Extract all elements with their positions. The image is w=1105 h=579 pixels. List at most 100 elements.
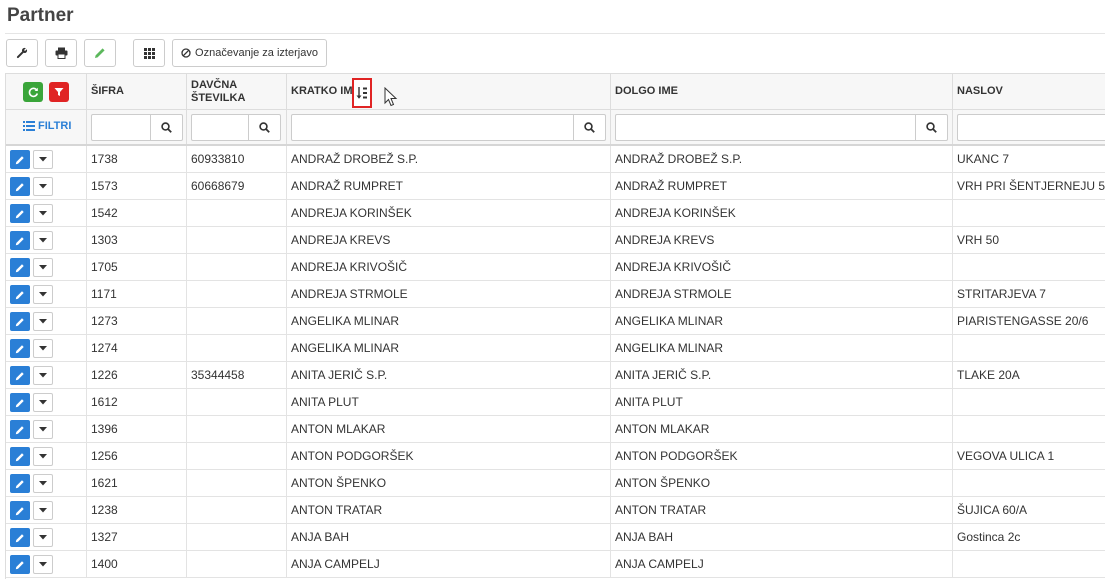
cell-naslov: VEGOVA ULICA 1 (957, 449, 1055, 463)
table-row[interactable]: 1400 ANJA CAMPELJ ANJA CAMPELJ (6, 551, 1105, 578)
row-menu-button[interactable] (33, 150, 53, 169)
table-row[interactable]: 1327 ANJA BAH ANJA BAH Gostinca 2c (6, 524, 1105, 551)
row-menu-button[interactable] (33, 339, 53, 358)
cell-davcna-stevilka: 60668679 (187, 173, 287, 200)
filter-search-button-dolgo-ime[interactable] (916, 114, 948, 141)
pencil-icon (15, 560, 24, 569)
column-header-sifra[interactable]: ŠIFRA (87, 74, 187, 109)
table-row[interactable]: 1171 ANDREJA STRMOLE ANDREJA STRMOLE STR… (6, 281, 1105, 308)
row-actions-cell (6, 497, 87, 524)
filter-search-button-davcna[interactable] (249, 114, 281, 141)
cell-davcna-stevilka (187, 470, 287, 497)
row-menu-button[interactable] (33, 177, 53, 196)
row-menu-button[interactable] (33, 231, 53, 250)
row-menu-button[interactable] (33, 447, 53, 466)
settings-button[interactable] (6, 39, 38, 67)
row-edit-button[interactable] (10, 204, 30, 223)
table-row[interactable]: 1273 ANGELIKA MLINAR ANGELIKA MLINAR PIA… (6, 308, 1105, 335)
cell-dolgo-ime: ANTON ŠPENKO (611, 470, 953, 497)
row-edit-button[interactable] (10, 420, 30, 439)
search-icon (584, 122, 595, 133)
row-edit-button[interactable] (10, 447, 30, 466)
table-row[interactable]: 1612 ANITA PLUT ANITA PLUT (6, 389, 1105, 416)
row-edit-button[interactable] (10, 177, 30, 196)
print-button[interactable] (45, 39, 77, 67)
cell-kratko-ime: ANDRAŽ RUMPRET (287, 173, 611, 200)
table-row[interactable]: 1573 60668679 ANDRAŽ RUMPRET ANDRAŽ RUMP… (6, 173, 1105, 200)
pencil-icon (15, 182, 24, 191)
row-menu-button[interactable] (33, 474, 53, 493)
table-row[interactable]: 1256 ANTON PODGORŠEK ANTON PODGORŠEK VEG… (6, 443, 1105, 470)
row-edit-button[interactable] (10, 474, 30, 493)
row-edit-button[interactable] (10, 231, 30, 250)
refresh-button[interactable] (23, 82, 43, 102)
cell-naslov: UKANC 7 (957, 152, 1010, 166)
row-menu-button[interactable] (33, 258, 53, 277)
cell-davcna-stevilka (187, 335, 287, 362)
cell-kratko-ime: ANTON ŠPENKO (287, 470, 611, 497)
cell-dolgo-ime: ANDREJA KRIVOŠIČ (611, 254, 953, 281)
filter-input-sifra[interactable] (91, 114, 151, 141)
row-menu-button[interactable] (33, 393, 53, 412)
row-edit-button[interactable] (10, 285, 30, 304)
row-edit-button[interactable] (10, 528, 30, 547)
table-row[interactable]: 1226 35344458 ANITA JERIČ S.P. ANITA JER… (6, 362, 1105, 389)
columns-button[interactable] (133, 39, 165, 67)
sort-indicator[interactable] (352, 78, 372, 108)
column-header-dolgo-ime[interactable]: DOLGO IME (611, 74, 953, 109)
filters-toggle[interactable]: FILTRI (23, 120, 71, 132)
row-menu-button[interactable] (33, 555, 53, 574)
row-menu-button[interactable] (33, 204, 53, 223)
filter-input-dolgo-ime[interactable] (615, 114, 916, 141)
row-edit-button[interactable] (10, 339, 30, 358)
cell-dolgo-ime: ANJA CAMPELJ (611, 551, 953, 578)
column-header-label: KRATKO IME (291, 85, 360, 97)
clear-filter-button[interactable] (49, 82, 69, 102)
cell-davcna-stevilka (187, 524, 287, 551)
mark-for-collection-button[interactable]: Označevanje za izterjavo (172, 39, 327, 67)
search-icon (259, 122, 270, 133)
column-header-davcna[interactable]: DAVČNA ŠTEVILKA (187, 74, 287, 109)
table-row[interactable]: 1738 60933810 ANDRAŽ DROBEŽ S.P. ANDRAŽ … (6, 146, 1105, 173)
row-edit-button[interactable] (10, 258, 30, 277)
row-edit-button[interactable] (10, 366, 30, 385)
row-menu-button[interactable] (33, 420, 53, 439)
row-edit-button[interactable] (10, 501, 30, 520)
table-row[interactable]: 1238 ANTON TRATAR ANTON TRATAR ŠUJICA 60… (6, 497, 1105, 524)
row-edit-button[interactable] (10, 555, 30, 574)
row-edit-button[interactable] (10, 150, 30, 169)
column-header-naslov[interactable]: NASLOV (953, 74, 1105, 109)
row-edit-button[interactable] (10, 393, 30, 412)
table-row[interactable]: 1542 ANDREJA KORINŠEK ANDREJA KORINŠEK (6, 200, 1105, 227)
edit-button[interactable] (84, 39, 116, 67)
table-row[interactable]: 1621 ANTON ŠPENKO ANTON ŠPENKO (6, 470, 1105, 497)
row-actions-cell (6, 416, 87, 443)
caret-down-icon (39, 265, 47, 270)
pencil-icon (15, 209, 24, 218)
row-menu-button[interactable] (33, 501, 53, 520)
filter-input-kratko-ime[interactable] (291, 114, 574, 141)
table-row[interactable]: 1303 ANDREJA KREVS ANDREJA KREVS VRH 50 (6, 227, 1105, 254)
table-row[interactable]: 1705 ANDREJA KRIVOŠIČ ANDREJA KRIVOŠIČ (6, 254, 1105, 281)
row-menu-button[interactable] (33, 312, 53, 331)
column-header-kratko-ime[interactable]: KRATKO IME (287, 74, 611, 109)
table-row[interactable]: 1274 ANGELIKA MLINAR ANGELIKA MLINAR (6, 335, 1105, 362)
row-edit-button[interactable] (10, 312, 30, 331)
pencil-icon (15, 317, 24, 326)
cell-kratko-ime: ANGELIKA MLINAR (287, 335, 611, 362)
filter-search-button-kratko-ime[interactable] (574, 114, 606, 141)
filter-input-naslov[interactable] (957, 114, 1105, 141)
row-menu-button[interactable] (33, 528, 53, 547)
cell-dolgo-ime: ANTON MLAKAR (611, 416, 953, 443)
caret-down-icon (39, 319, 47, 324)
row-menu-button[interactable] (33, 285, 53, 304)
table-row[interactable]: 1396 ANTON MLAKAR ANTON MLAKAR (6, 416, 1105, 443)
filter-input-davcna[interactable] (191, 114, 249, 141)
caret-down-icon (39, 400, 47, 405)
cell-kratko-ime: ANJA BAH (287, 524, 611, 551)
pencil-icon (15, 452, 24, 461)
cell-kratko-ime: ANJA CAMPELJ (287, 551, 611, 578)
search-icon (161, 122, 172, 133)
row-menu-button[interactable] (33, 366, 53, 385)
filter-search-button-sifra[interactable] (151, 114, 183, 141)
